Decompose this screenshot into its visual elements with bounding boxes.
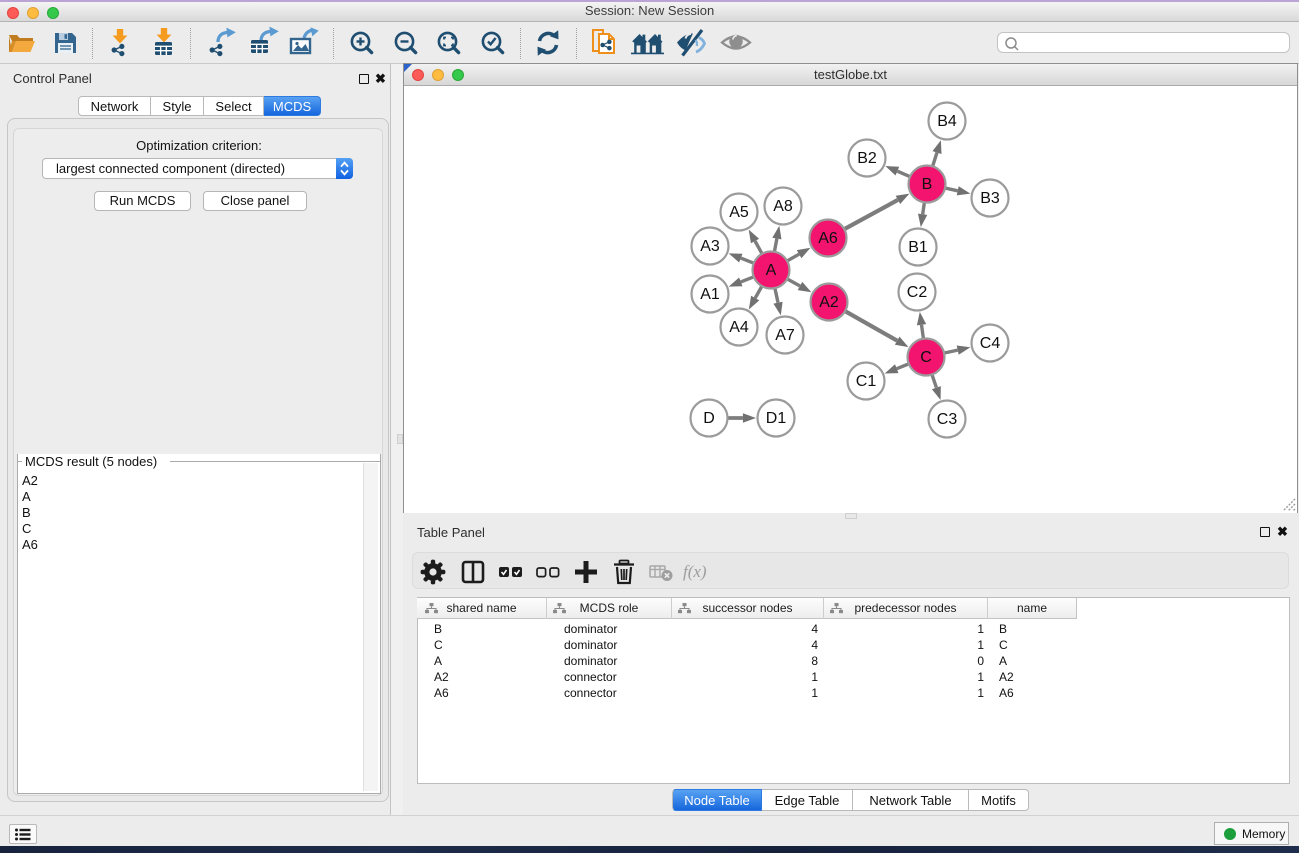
svg-text:D: D [703, 410, 715, 427]
svg-text:B2: B2 [857, 150, 877, 167]
svg-text:B: B [922, 176, 933, 193]
svg-text:C2: C2 [907, 284, 928, 301]
svg-text:A1: A1 [700, 286, 720, 303]
svg-text:A6: A6 [818, 230, 838, 247]
svg-text:B3: B3 [980, 190, 1000, 207]
svg-text:A7: A7 [775, 327, 795, 344]
svg-text:A8: A8 [773, 198, 793, 215]
svg-text:A3: A3 [700, 238, 720, 255]
svg-text:C4: C4 [980, 335, 1001, 352]
svg-text:B4: B4 [937, 113, 957, 130]
svg-text:C3: C3 [937, 411, 958, 428]
svg-text:D1: D1 [766, 410, 787, 427]
svg-text:A: A [766, 262, 777, 279]
svg-text:B1: B1 [908, 239, 928, 256]
svg-text:A5: A5 [729, 204, 749, 221]
svg-text:C1: C1 [856, 373, 877, 390]
svg-text:A4: A4 [729, 319, 749, 336]
svg-text:C: C [920, 349, 932, 366]
svg-text:A2: A2 [819, 294, 839, 311]
